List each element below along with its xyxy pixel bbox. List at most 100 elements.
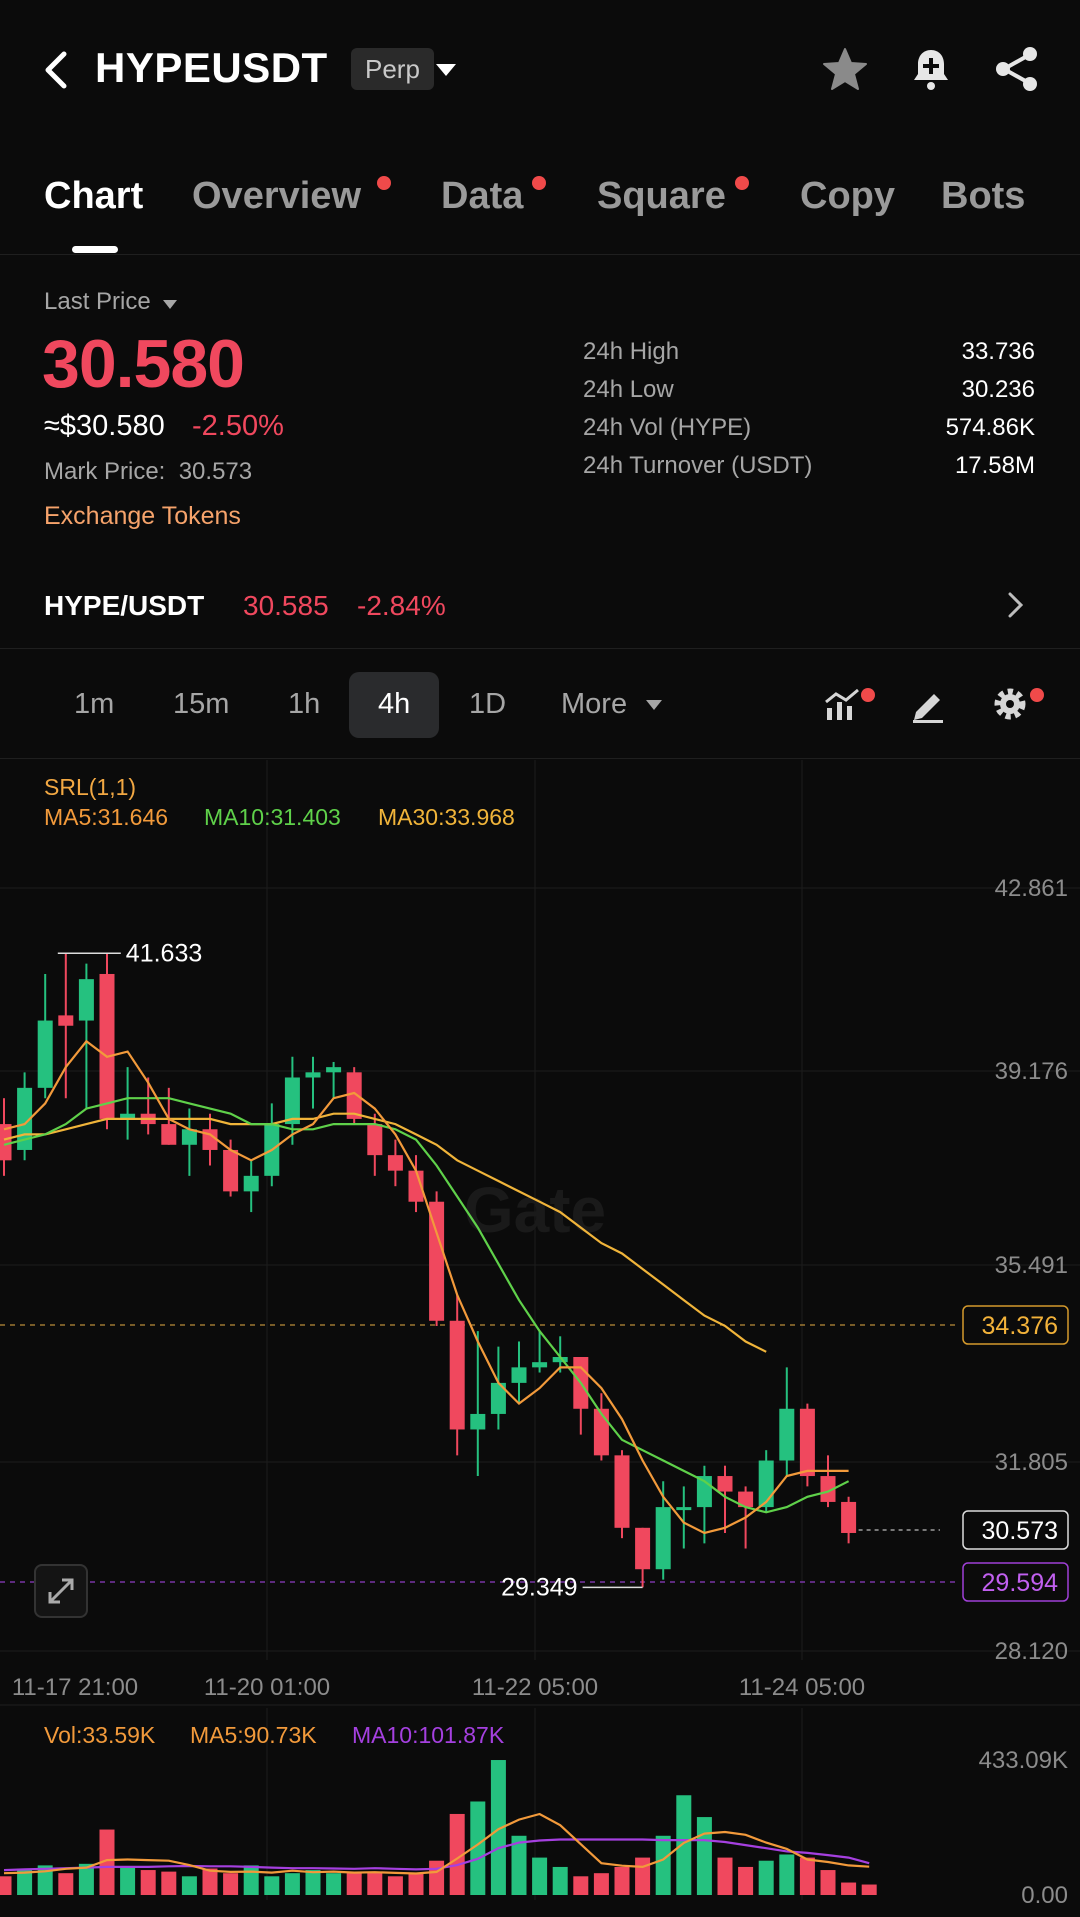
divider xyxy=(0,648,1080,649)
candle-body xyxy=(799,1408,815,1477)
share-icon[interactable] xyxy=(992,44,1042,94)
indicator-label: SRL(1,1) xyxy=(44,774,137,800)
volume-bar xyxy=(429,1860,445,1895)
mark-price-value: 30.573 xyxy=(178,458,253,485)
ma30-legend: MA30:33.968 xyxy=(378,804,515,830)
candle-body xyxy=(37,1020,53,1088)
volume-bar xyxy=(758,1860,774,1895)
stat-turnover-value: 17.58M xyxy=(954,452,1035,479)
mark-price-label: Mark Price: xyxy=(44,458,166,485)
interval-1d[interactable]: 1D xyxy=(469,688,506,721)
stat-high-label: 24h High xyxy=(583,338,680,365)
price-chart[interactable]: Gate 42.861 39.176 35.491 31.805 28.120 11-17 … xyxy=(0,760,1080,1917)
interval-1m[interactable]: 1m xyxy=(74,688,114,721)
tab-chart[interactable]: Chart xyxy=(44,175,143,218)
more-dropdown-icon[interactable] xyxy=(646,700,662,710)
tab-bots[interactable]: Bots xyxy=(941,175,1025,218)
candle-body xyxy=(387,1155,403,1171)
expand-icon xyxy=(48,1578,74,1604)
time-axis-label: 11-22 05:00 xyxy=(472,1674,598,1701)
interval-1h[interactable]: 1h xyxy=(288,688,320,721)
gate-watermark: Gate xyxy=(464,1174,606,1246)
volume-ma5-legend: MA5:90.73K xyxy=(190,1722,317,1748)
draw-pencil-icon[interactable] xyxy=(908,684,948,724)
indicators-icon[interactable] xyxy=(824,686,864,722)
volume-bar xyxy=(346,1873,362,1895)
back-arrow-icon[interactable] xyxy=(42,48,70,92)
volume-ma10-legend: MA10:101.87K xyxy=(352,1722,505,1748)
candle-body xyxy=(470,1413,486,1430)
stat-low-value: 30.236 xyxy=(961,376,1035,403)
ma30-line xyxy=(3,1112,767,1353)
volume-bar xyxy=(614,1866,630,1895)
expand-chart-button[interactable] xyxy=(34,1564,88,1618)
volume-bar xyxy=(243,1865,259,1895)
market-type-badge: Perp xyxy=(351,48,434,90)
current-price-tag: 30.573 xyxy=(982,1517,1058,1545)
tab-square[interactable]: Square xyxy=(597,175,726,218)
top-bar: HYPEUSDT Perp xyxy=(0,0,1080,140)
volume-bar xyxy=(161,1871,177,1895)
tab-data-notification-dot xyxy=(532,176,546,190)
candle-body xyxy=(532,1362,548,1368)
mark-price: Mark Price: 30.573 xyxy=(44,458,252,486)
tab-copy[interactable]: Copy xyxy=(800,175,895,218)
interval-4h[interactable]: 4h xyxy=(378,688,410,721)
time-axis-label: 11-20 01:00 xyxy=(204,1674,330,1701)
candle-body xyxy=(779,1408,795,1461)
tab-square-notification-dot xyxy=(735,176,749,190)
volume-bar xyxy=(779,1854,795,1895)
price-type-dropdown-icon[interactable] xyxy=(163,300,177,309)
interval-15m[interactable]: 15m xyxy=(173,688,229,721)
volume-legend: Vol:33.59K xyxy=(44,1722,156,1748)
exchange-tokens-link[interactable]: Exchange Tokens xyxy=(44,502,241,531)
bell-plus-icon[interactable] xyxy=(906,44,956,94)
last-price-value: 30.580 xyxy=(42,326,245,402)
volume-bar xyxy=(140,1870,156,1895)
spot-pair-name[interactable]: HYPE/USDT xyxy=(44,590,204,622)
divider xyxy=(0,254,1080,255)
interval-more[interactable]: More xyxy=(561,688,627,721)
volume-bar xyxy=(58,1873,74,1895)
support-price-tag: 29.594 xyxy=(982,1569,1059,1597)
ma30-price-tag: 34.376 xyxy=(982,1312,1058,1340)
ma10-legend: MA10:31.403 xyxy=(204,804,341,830)
price-axis-label: 31.805 xyxy=(995,1449,1068,1476)
symbol-title[interactable]: HYPEUSDT xyxy=(95,44,328,92)
candle-body xyxy=(717,1476,733,1492)
candle-body xyxy=(243,1175,259,1192)
candle-body xyxy=(161,1124,177,1145)
usd-price: ≈$30.580 xyxy=(44,410,165,442)
tab-data[interactable]: Data xyxy=(441,175,523,218)
volume-bar xyxy=(696,1817,712,1895)
settings-gear-icon[interactable] xyxy=(990,684,1030,724)
candle-body xyxy=(58,1015,74,1026)
stat-high-value: 33.736 xyxy=(961,338,1035,365)
candle-body xyxy=(614,1455,630,1528)
volume-bar xyxy=(532,1857,548,1895)
star-icon[interactable] xyxy=(820,44,870,94)
volume-bar xyxy=(367,1871,383,1895)
volume-axis-label: 0.00 xyxy=(1021,1882,1068,1909)
volume-bar xyxy=(326,1873,342,1895)
candle-body xyxy=(593,1408,609,1456)
spot-pair-change: -2.84% xyxy=(357,590,446,621)
active-tab-indicator xyxy=(72,246,118,253)
candle-body xyxy=(655,1507,671,1570)
candle-body xyxy=(78,979,94,1021)
time-axis-label: 11-17 21:00 xyxy=(12,1674,138,1701)
candle-body xyxy=(284,1077,300,1125)
volume-bar xyxy=(573,1876,589,1895)
chevron-right-icon[interactable] xyxy=(1006,590,1026,620)
tab-overview[interactable]: Overview xyxy=(192,175,361,218)
candle-body xyxy=(449,1320,465,1430)
volume-bar xyxy=(799,1857,815,1895)
symbol-dropdown-icon[interactable] xyxy=(436,64,456,76)
volume-bar xyxy=(738,1866,754,1895)
last-price-label[interactable]: Last Price xyxy=(44,288,151,316)
candle-body xyxy=(223,1149,239,1192)
stat-vol-label: 24h Vol (HYPE) xyxy=(583,414,752,441)
volume-axis-label: 433.09K xyxy=(979,1747,1068,1774)
spot-pair-price: 30.585 xyxy=(243,590,329,621)
candle-body xyxy=(367,1124,383,1156)
